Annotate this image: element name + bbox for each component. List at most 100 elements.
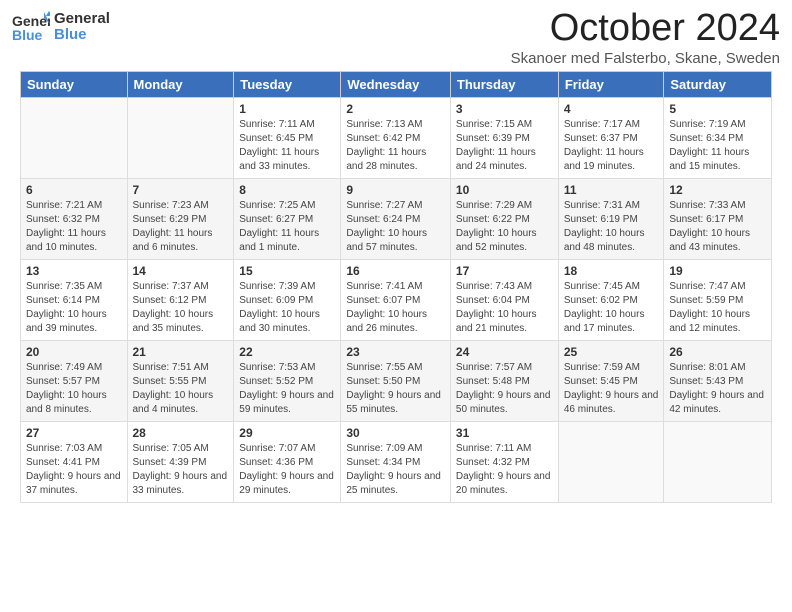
day-number: 21: [133, 345, 229, 359]
logo-blue: Blue: [54, 27, 110, 44]
day-info: Sunrise: 7:27 AMSunset: 6:24 PMDaylight:…: [346, 199, 445, 255]
day-info: Sunrise: 7:47 AMSunset: 5:59 PMDaylight:…: [669, 280, 766, 336]
calendar-cell: 31 Sunrise: 7:11 AMSunset: 4:32 PMDayligh…: [450, 421, 558, 502]
logo-icon: General Blue: [12, 8, 50, 46]
day-number: 3: [456, 102, 553, 116]
day-info: Sunrise: 7:05 AMSunset: 4:39 PMDaylight:…: [133, 442, 229, 498]
calendar-cell: 17 Sunrise: 7:43 AMSunset: 6:04 PMDayligh…: [450, 259, 558, 340]
day-info: Sunrise: 7:53 AMSunset: 5:52 PMDaylight:…: [239, 361, 335, 417]
day-info: Sunrise: 7:41 AMSunset: 6:07 PMDaylight:…: [346, 280, 445, 336]
calendar-cell: 24 Sunrise: 7:57 AMSunset: 5:48 PMDayligh…: [450, 340, 558, 421]
day-info: Sunrise: 7:21 AMSunset: 6:32 PMDaylight:…: [26, 199, 122, 255]
day-info: Sunrise: 7:49 AMSunset: 5:57 PMDaylight:…: [26, 361, 122, 417]
day-info: Sunrise: 7:13 AMSunset: 6:42 PMDaylight:…: [346, 118, 445, 174]
day-number: 5: [669, 102, 766, 116]
weekday-header: Saturday: [664, 71, 772, 97]
calendar-cell: 2 Sunrise: 7:13 AMSunset: 6:42 PMDaylight…: [341, 97, 451, 178]
day-number: 31: [456, 426, 553, 440]
weekday-header: Friday: [558, 71, 664, 97]
day-info: Sunrise: 7:23 AMSunset: 6:29 PMDaylight:…: [133, 199, 229, 255]
day-number: 12: [669, 183, 766, 197]
day-number: 9: [346, 183, 445, 197]
day-info: Sunrise: 7:17 AMSunset: 6:37 PMDaylight:…: [564, 118, 659, 174]
calendar-cell: 12 Sunrise: 7:33 AMSunset: 6:17 PMDayligh…: [664, 178, 772, 259]
calendar-cell: 26 Sunrise: 8:01 AMSunset: 5:43 PMDayligh…: [664, 340, 772, 421]
day-number: 11: [564, 183, 659, 197]
calendar-cell: 6 Sunrise: 7:21 AMSunset: 6:32 PMDaylight…: [21, 178, 128, 259]
calendar-cell: 21 Sunrise: 7:51 AMSunset: 5:55 PMDayligh…: [127, 340, 234, 421]
calendar-cell: [127, 97, 234, 178]
logo: General Blue General Blue: [12, 8, 110, 46]
weekday-header: Thursday: [450, 71, 558, 97]
calendar-cell: 8 Sunrise: 7:25 AMSunset: 6:27 PMDaylight…: [234, 178, 341, 259]
day-number: 29: [239, 426, 335, 440]
day-number: 26: [669, 345, 766, 359]
day-info: Sunrise: 7:35 AMSunset: 6:14 PMDaylight:…: [26, 280, 122, 336]
day-number: 13: [26, 264, 122, 278]
day-info: Sunrise: 7:33 AMSunset: 6:17 PMDaylight:…: [669, 199, 766, 255]
calendar-cell: 23 Sunrise: 7:55 AMSunset: 5:50 PMDayligh…: [341, 340, 451, 421]
calendar-cell: 16 Sunrise: 7:41 AMSunset: 6:07 PMDayligh…: [341, 259, 451, 340]
weekday-header: Tuesday: [234, 71, 341, 97]
calendar-cell: 18Sunrise: 7:45 AMSunset: 6:02 PMDayligh…: [558, 259, 664, 340]
calendar-cell: 1 Sunrise: 7:11 AMSunset: 6:45 PMDaylight…: [234, 97, 341, 178]
calendar-cell: 13 Sunrise: 7:35 AMSunset: 6:14 PMDayligh…: [21, 259, 128, 340]
day-number: 30: [346, 426, 445, 440]
day-number: 17: [456, 264, 553, 278]
weekday-header: Monday: [127, 71, 234, 97]
day-number: 1: [239, 102, 335, 116]
day-info: Sunrise: 7:29 AMSunset: 6:22 PMDaylight:…: [456, 199, 553, 255]
day-number: 20: [26, 345, 122, 359]
day-number: 16: [346, 264, 445, 278]
day-number: 15: [239, 264, 335, 278]
calendar-cell: [21, 97, 128, 178]
day-info: Sunrise: 7:25 AMSunset: 6:27 PMDaylight:…: [239, 199, 335, 255]
calendar-cell: 27 Sunrise: 7:03 AMSunset: 4:41 PMDayligh…: [21, 421, 128, 502]
calendar-cell: 28Sunrise: 7:05 AMSunset: 4:39 PMDayligh…: [127, 421, 234, 502]
day-info: Sunrise: 7:15 AMSunset: 6:39 PMDaylight:…: [456, 118, 553, 174]
title-block: October 2024 Skanoer med Falsterbo, Skan…: [511, 8, 780, 67]
day-number: 23: [346, 345, 445, 359]
calendar-cell: 30 Sunrise: 7:09 AMSunset: 4:34 PMDayligh…: [341, 421, 451, 502]
day-number: 18: [564, 264, 659, 278]
calendar-table: SundayMondayTuesdayWednesdayThursdayFrid…: [20, 71, 772, 503]
day-number: 10: [456, 183, 553, 197]
day-info: Sunrise: 7:11 AMSunset: 6:45 PMDaylight:…: [239, 118, 335, 174]
calendar-cell: 5Sunrise: 7:19 AMSunset: 6:34 PMDaylight…: [664, 97, 772, 178]
logo-general: General: [54, 11, 110, 28]
calendar-cell: 9 Sunrise: 7:27 AMSunset: 6:24 PMDaylight…: [341, 178, 451, 259]
svg-text:Blue: Blue: [12, 27, 43, 43]
day-info: Sunrise: 7:55 AMSunset: 5:50 PMDaylight:…: [346, 361, 445, 417]
day-number: 4: [564, 102, 659, 116]
day-number: 24: [456, 345, 553, 359]
day-number: 25: [564, 345, 659, 359]
calendar-cell: [664, 421, 772, 502]
day-info: Sunrise: 7:59 AMSunset: 5:45 PMDaylight:…: [564, 361, 659, 417]
day-number: 14: [133, 264, 229, 278]
calendar-cell: 14 Sunrise: 7:37 AMSunset: 6:12 PMDayligh…: [127, 259, 234, 340]
day-number: 8: [239, 183, 335, 197]
day-info: Sunrise: 7:51 AMSunset: 5:55 PMDaylight:…: [133, 361, 229, 417]
calendar-cell: 10 Sunrise: 7:29 AMSunset: 6:22 PMDayligh…: [450, 178, 558, 259]
month-title: October 2024: [511, 8, 780, 50]
day-info: Sunrise: 7:57 AMSunset: 5:48 PMDaylight:…: [456, 361, 553, 417]
day-info: Sunrise: 8:01 AMSunset: 5:43 PMDaylight:…: [669, 361, 766, 417]
day-info: Sunrise: 7:09 AMSunset: 4:34 PMDaylight:…: [346, 442, 445, 498]
day-info: Sunrise: 7:07 AMSunset: 4:36 PMDaylight:…: [239, 442, 335, 498]
day-info: Sunrise: 7:11 AMSunset: 4:32 PMDaylight:…: [456, 442, 553, 498]
day-info: Sunrise: 7:37 AMSunset: 6:12 PMDaylight:…: [133, 280, 229, 336]
day-number: 2: [346, 102, 445, 116]
calendar-cell: 22Sunrise: 7:53 AMSunset: 5:52 PMDayligh…: [234, 340, 341, 421]
day-info: Sunrise: 7:43 AMSunset: 6:04 PMDaylight:…: [456, 280, 553, 336]
day-info: Sunrise: 7:03 AMSunset: 4:41 PMDaylight:…: [26, 442, 122, 498]
calendar-cell: 29 Sunrise: 7:07 AMSunset: 4:36 PMDayligh…: [234, 421, 341, 502]
day-number: 7: [133, 183, 229, 197]
calendar-cell: 19Sunrise: 7:47 AMSunset: 5:59 PMDayligh…: [664, 259, 772, 340]
day-info: Sunrise: 7:39 AMSunset: 6:09 PMDaylight:…: [239, 280, 335, 336]
weekday-header: Sunday: [21, 71, 128, 97]
day-number: 6: [26, 183, 122, 197]
calendar-cell: 25 Sunrise: 7:59 AMSunset: 5:45 PMDayligh…: [558, 340, 664, 421]
weekday-header: Wednesday: [341, 71, 451, 97]
calendar-cell: 3 Sunrise: 7:15 AMSunset: 6:39 PMDaylight…: [450, 97, 558, 178]
day-number: 27: [26, 426, 122, 440]
